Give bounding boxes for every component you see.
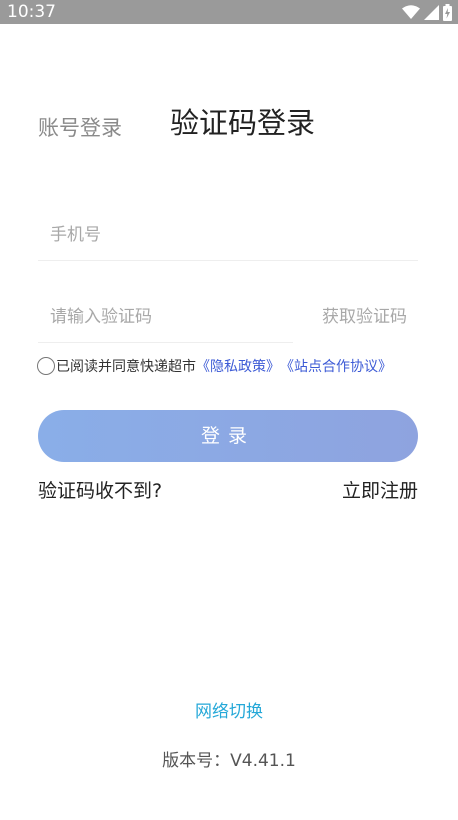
code-field-divider [38, 342, 293, 343]
tab-sms-login[interactable]: 验证码登录 [170, 103, 315, 143]
code-input[interactable] [50, 302, 310, 332]
battery-charging-icon [443, 3, 452, 21]
code-field: 获取验证码 [38, 292, 418, 342]
register-link[interactable]: 立即注册 [342, 477, 418, 505]
code-not-received-link[interactable]: 验证码收不到? [38, 477, 162, 505]
agreement-text: 已阅读并同意快递超市 [56, 359, 196, 375]
agreement-row: 已阅读并同意快递超市 《隐私政策》 《站点合作协议》 [37, 354, 392, 378]
login-button[interactable]: 登录 [38, 410, 418, 462]
phone-field [38, 210, 418, 261]
wifi-icon [402, 4, 420, 19]
phone-input[interactable] [50, 220, 310, 250]
network-switch-link[interactable]: 网络切换 [0, 700, 458, 724]
status-bar: 10:37 [0, 0, 458, 24]
agreement-checkbox[interactable] [37, 357, 55, 375]
cellular-signal-icon [424, 4, 439, 20]
status-time: 10:37 [7, 2, 56, 22]
cooperation-agreement-link[interactable]: 《站点合作协议》 [280, 356, 392, 376]
tab-account-login[interactable]: 账号登录 [38, 113, 122, 143]
privacy-policy-link[interactable]: 《隐私政策》 [196, 356, 280, 376]
status-icons [402, 3, 452, 21]
get-code-button[interactable]: 获取验证码 [322, 305, 407, 329]
version-label: 版本号：V4.41.1 [162, 751, 296, 771]
